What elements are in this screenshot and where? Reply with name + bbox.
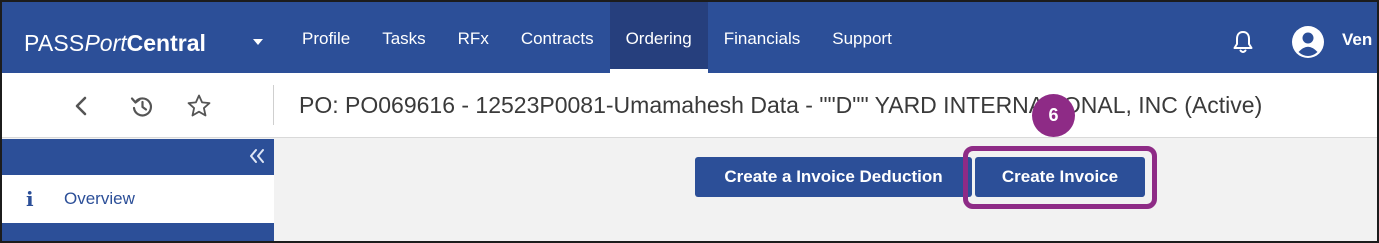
app-window: PASS Port Central Profile Tasks RFx Contra… [0, 0, 1379, 243]
nav-item-contracts[interactable]: Contracts [505, 2, 610, 73]
history-icon[interactable] [129, 93, 155, 119]
record-header: PO: PO069616 - 12523P0081-Umamahesh Data… [2, 73, 1377, 138]
main-content: Create a Invoice Deduction Create Invoic… [274, 139, 1377, 241]
step-number-badge: 6 [1032, 94, 1075, 137]
sidebar: i Overview [2, 139, 274, 241]
sidebar-item-next[interactable] [2, 223, 274, 241]
top-nav-bar: PASS Port Central Profile Tasks RFx Contra… [2, 2, 1377, 73]
bell-icon[interactable] [1231, 29, 1255, 55]
header-divider [273, 85, 274, 125]
create-invoice-deduction-button[interactable]: Create a Invoice Deduction [695, 157, 972, 197]
nav-item-support[interactable]: Support [816, 2, 908, 73]
sidebar-header [2, 139, 274, 175]
sidebar-item-label: Overview [64, 189, 135, 208]
brand-prefix: PASS [24, 29, 85, 56]
brand-logo[interactable]: PASS Port Central [24, 28, 206, 58]
double-chevron-left-icon[interactable] [246, 145, 268, 167]
create-invoice-button[interactable]: Create Invoice [975, 157, 1145, 197]
sidebar-item-overview[interactable]: i Overview [2, 181, 274, 215]
brand-italic: Port [84, 29, 127, 56]
nav-item-financials[interactable]: Financials [708, 2, 817, 73]
user-name[interactable]: Ven [1342, 30, 1372, 50]
brand-bold: Central [126, 29, 206, 56]
page-title: PO: PO069616 - 12523P0081-Umamahesh Data… [299, 92, 1263, 118]
info-icon: i [26, 187, 34, 211]
nav-item-profile[interactable]: Profile [286, 2, 366, 73]
user-avatar-icon[interactable] [1291, 25, 1325, 59]
main-nav: Profile Tasks RFx Contracts Ordering Fin… [286, 2, 908, 73]
nav-item-tasks[interactable]: Tasks [366, 2, 441, 73]
star-outline-icon[interactable] [186, 93, 212, 119]
nav-item-rfx[interactable]: RFx [442, 2, 505, 73]
chevron-down-icon[interactable] [250, 35, 266, 49]
chevron-left-icon[interactable] [69, 93, 95, 119]
nav-item-ordering[interactable]: Ordering [609, 2, 708, 73]
